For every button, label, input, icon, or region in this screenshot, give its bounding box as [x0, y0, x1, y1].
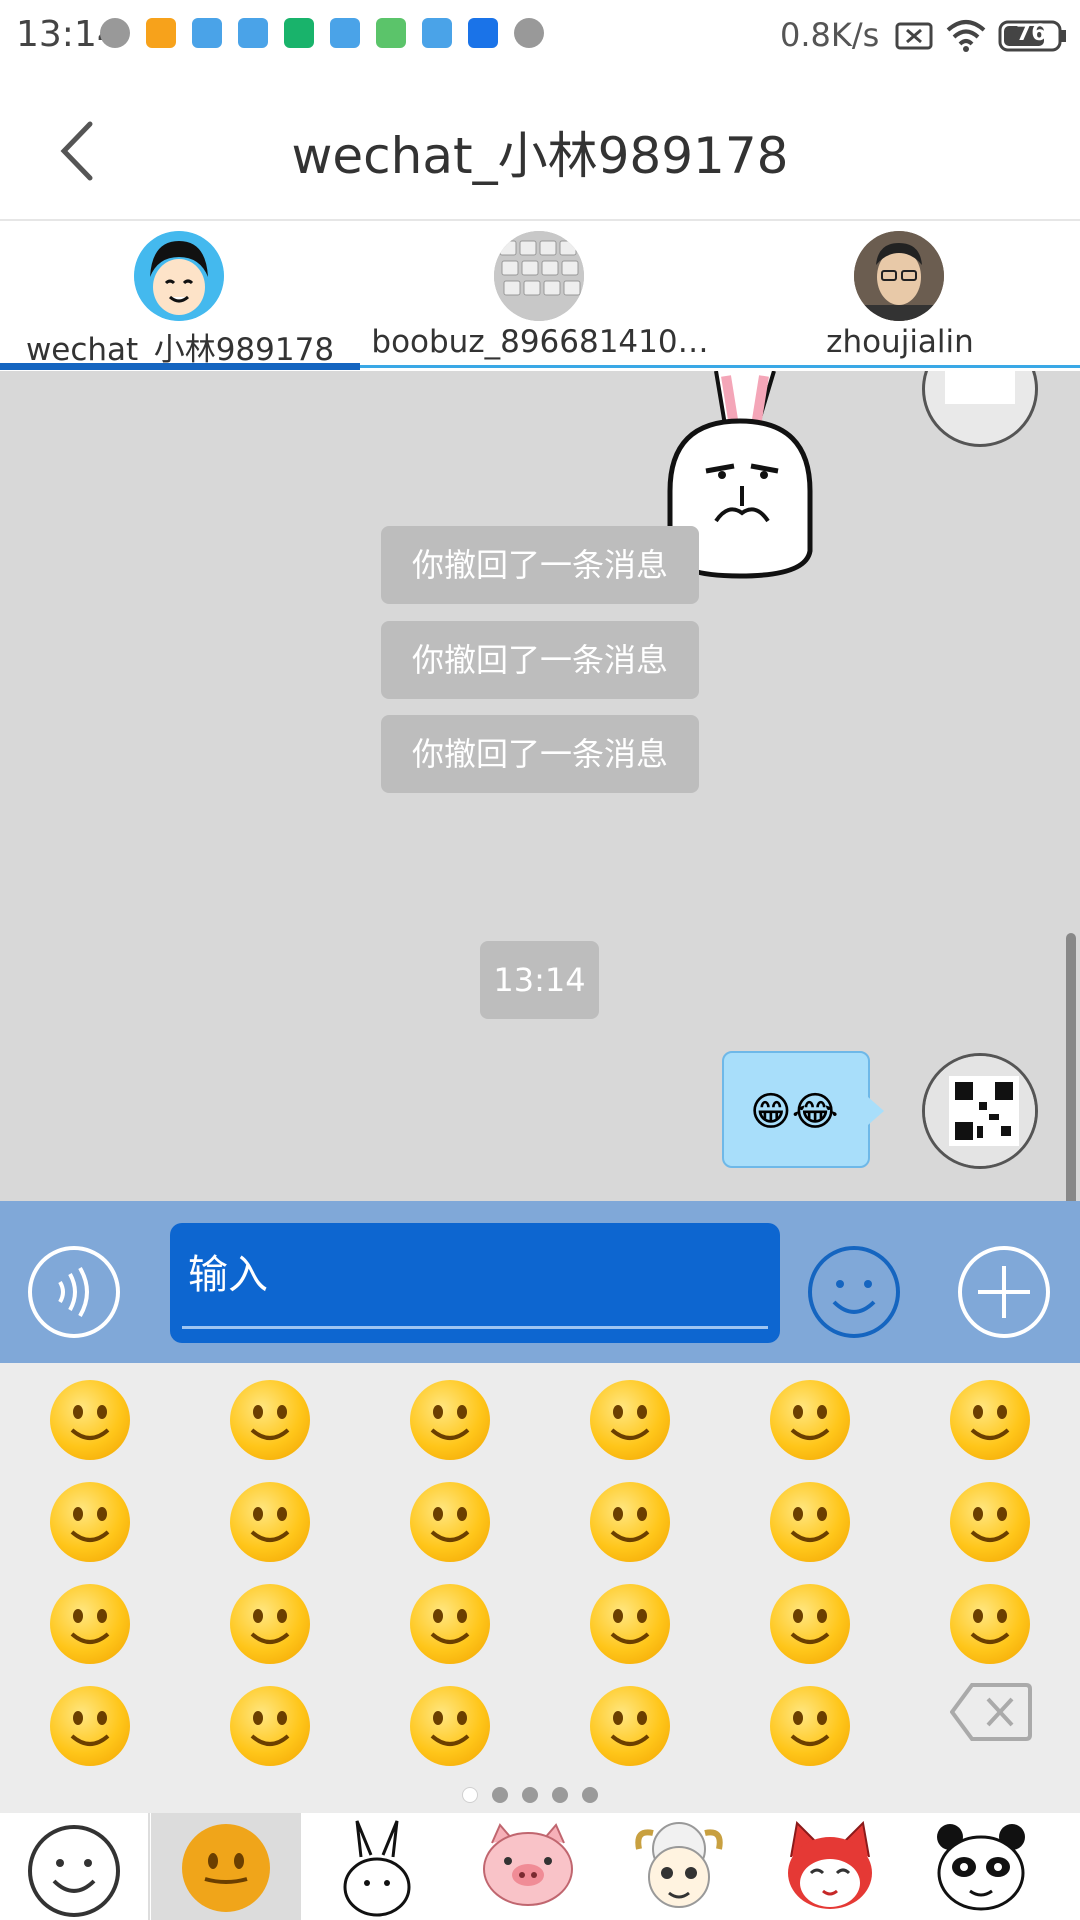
flushed-emoji-icon[interactable]	[230, 1482, 310, 1562]
message-input[interactable]	[188, 1245, 758, 1305]
sweat-smile-emoji-icon[interactable]	[770, 1380, 850, 1460]
sticker-tab-rabbit[interactable]	[302, 1813, 452, 1920]
recall-notice: 你撤回了一条消息	[381, 526, 699, 604]
sticker-tab-fox-cat[interactable]	[755, 1813, 905, 1920]
message-timestamp: 13:14	[480, 941, 599, 1019]
rabbit-icon	[343, 1820, 411, 1917]
notification-icon	[100, 18, 130, 48]
message-bubble[interactable]: 😁😂	[722, 1051, 870, 1168]
disappointed-emoji-icon[interactable]	[590, 1686, 670, 1766]
recall-notice: 你撤回了一条消息	[381, 621, 699, 699]
no-sim-icon	[895, 22, 933, 50]
blush-emoji-icon[interactable]	[410, 1482, 490, 1562]
sticker-tab-smiley[interactable]	[0, 1813, 150, 1920]
unamused-emoji-icon[interactable]	[230, 1584, 310, 1664]
notification-icon	[146, 18, 176, 48]
status-bar: 13:14 0.8K/s 76	[0, 0, 1080, 76]
avatar	[134, 231, 224, 321]
confounded-emoji-icon[interactable]	[770, 1584, 850, 1664]
squint-tongue-emoji-icon[interactable]	[410, 1686, 490, 1766]
message-input-wrapper	[170, 1223, 780, 1343]
message-text: 😁😂	[750, 1089, 839, 1135]
grin-emoji-icon[interactable]	[50, 1380, 130, 1460]
chat-area[interactable]: 你撤回了一条消息 你撤回了一条消息 你撤回了一条消息 13:14 😁😂	[0, 371, 1080, 1201]
emoji-face-icon	[182, 1824, 270, 1912]
panda-icon	[937, 1824, 1025, 1911]
smirk-emoji-icon[interactable]	[50, 1584, 130, 1664]
notification-icon	[192, 18, 222, 48]
wink-emoji-icon[interactable]	[50, 1482, 130, 1562]
network-speed: 0.8K/s	[780, 16, 880, 54]
page-title: wechat_小林989178	[291, 127, 789, 185]
laugh-cry-emoji-icon[interactable]	[230, 1380, 310, 1460]
squint-laugh-emoji-icon[interactable]	[950, 1380, 1030, 1460]
notification-icon	[376, 18, 406, 48]
notification-icon	[284, 18, 314, 48]
sweat-emoji-icon[interactable]	[410, 1584, 490, 1664]
notification-icon	[238, 18, 268, 48]
sticker-tab-panda[interactable]	[906, 1813, 1056, 1920]
fox-cat-icon	[788, 1821, 872, 1909]
contact-tab[interactable]: zhoujialin	[720, 221, 1080, 371]
contact-tab[interactable]: boobuz_896681410…	[360, 221, 720, 371]
pensive-emoji-icon[interactable]	[590, 1584, 670, 1664]
bubble-tail	[868, 1097, 884, 1125]
smiley-outline-icon	[28, 1825, 120, 1917]
avatar[interactable]	[922, 371, 1038, 447]
smile-emoji-icon[interactable]	[410, 1380, 490, 1460]
emoji-panel	[0, 1363, 1080, 1813]
big-grin-emoji-icon[interactable]	[590, 1380, 670, 1460]
input-underline	[182, 1326, 768, 1329]
contact-name: zhoujialin	[826, 324, 974, 360]
sticker-tabs	[0, 1813, 1080, 1920]
relieved-emoji-icon[interactable]	[770, 1482, 850, 1562]
contact-name: boobuz_896681410…	[371, 324, 709, 360]
page-dot[interactable]	[492, 1787, 508, 1803]
input-bar	[0, 1201, 1080, 1363]
wink-tongue-emoji-icon[interactable]	[230, 1686, 310, 1766]
kiss-heart-emoji-icon[interactable]	[950, 1584, 1030, 1664]
battery-level: 76	[1016, 21, 1047, 46]
page-dot[interactable]	[582, 1787, 598, 1803]
pig-icon	[483, 1823, 573, 1906]
notification-icon	[422, 18, 452, 48]
yum-emoji-icon[interactable]	[590, 1482, 670, 1562]
smiley-icon[interactable]	[806, 1244, 902, 1340]
backspace-icon[interactable]	[950, 1681, 1032, 1743]
notification-icon	[468, 18, 498, 48]
sheep-icon	[635, 1822, 723, 1908]
recall-notice: 你撤回了一条消息	[381, 715, 699, 793]
contact-tabs: wechat_小林989178 boobuz_896681410… zhouji…	[0, 221, 1080, 371]
page-dot[interactable]	[522, 1787, 538, 1803]
active-tab-indicator	[0, 363, 360, 370]
page-dot[interactable]	[462, 1787, 478, 1803]
heart-eyes-emoji-icon[interactable]	[950, 1482, 1030, 1562]
avatar	[494, 231, 584, 321]
plus-icon[interactable]	[956, 1244, 1052, 1340]
kissing-emoji-icon[interactable]	[50, 1686, 130, 1766]
voice-icon[interactable]	[26, 1244, 122, 1340]
contact-tab[interactable]: wechat_小林989178	[0, 221, 360, 371]
notification-icon	[330, 18, 360, 48]
notification-icon	[514, 18, 544, 48]
avatar[interactable]	[922, 1053, 1038, 1169]
sticker-tab-emoji[interactable]	[151, 1813, 301, 1920]
title-bar: wechat_小林989178	[0, 76, 1080, 221]
angry-emoji-icon[interactable]	[770, 1686, 850, 1766]
page-dot[interactable]	[552, 1787, 568, 1803]
avatar	[854, 231, 944, 321]
page-indicator	[462, 1787, 622, 1807]
sticker-tab-pig[interactable]	[453, 1813, 603, 1920]
wifi-icon	[946, 20, 986, 52]
sticker-tab-sheep[interactable]	[604, 1813, 754, 1920]
